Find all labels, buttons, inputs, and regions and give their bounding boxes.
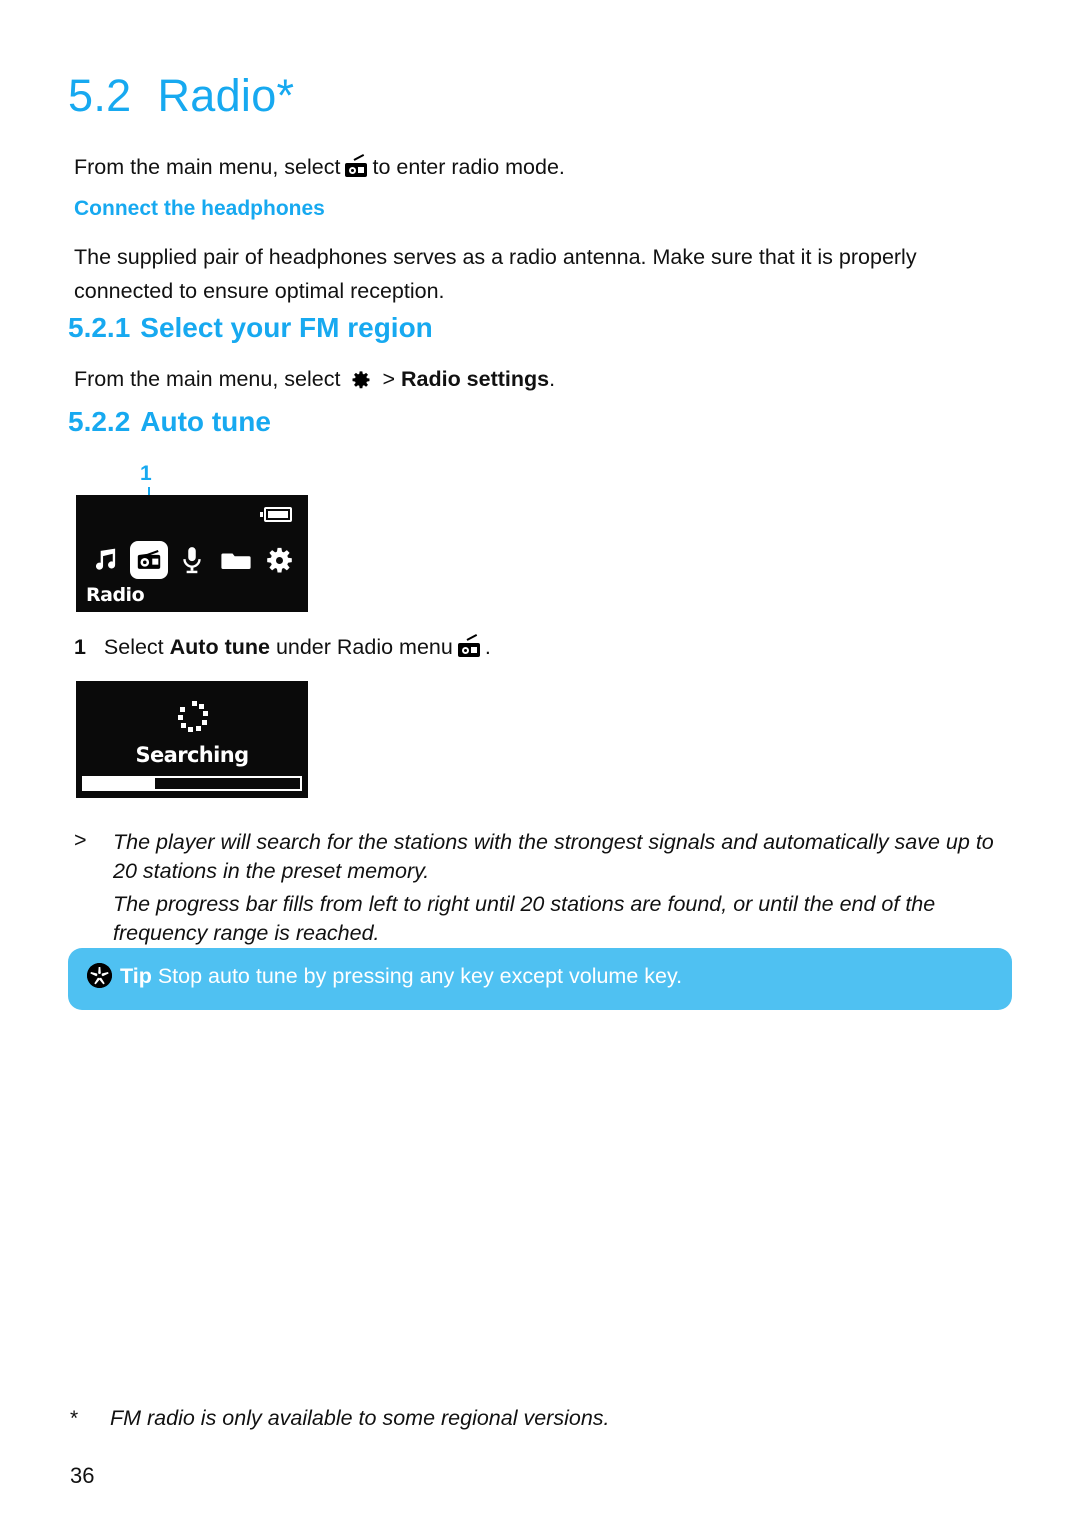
result-line-2: The progress bar fills from left to righ…	[113, 892, 936, 945]
page-number: 36	[70, 1463, 95, 1488]
searching-progress-bar	[82, 776, 302, 791]
fm-region-paragraph: From the main menu, select > Radio setti…	[74, 362, 974, 396]
device-screen-searching: Searching	[76, 681, 308, 798]
music-note-icon	[95, 548, 116, 570]
result-paragraphs: The player will search for the stations …	[113, 828, 1003, 948]
step-1-number: 1	[74, 635, 86, 659]
radio-icon	[457, 633, 480, 657]
folder-icon	[220, 553, 251, 569]
fm-region-text-before: From the main menu, select	[74, 367, 341, 391]
page-title: 5.2 Radio*	[68, 70, 294, 122]
intro-paragraph: From the main menu, select to enter radio…	[74, 150, 974, 184]
radio-icon	[345, 153, 368, 177]
menu-item-radio[interactable]	[129, 541, 168, 579]
footnote-marker: *	[70, 1407, 79, 1430]
tip-callout-box: Tip Stop auto tune by pressing any key e…	[68, 948, 1012, 1010]
searching-progress-fill	[84, 778, 156, 789]
fm-region-separator: >	[382, 367, 395, 391]
document-page: 5.2 Radio* From the main menu, select to e…	[0, 0, 1080, 1527]
headphones-paragraph: The supplied pair of headphones serves a…	[74, 245, 917, 303]
page-title-text: Radio*	[157, 70, 295, 121]
menu-icon-row	[86, 537, 298, 583]
tip-label: Tip	[120, 964, 152, 988]
fm-region-text-end: .	[549, 367, 556, 391]
menu-item-folder[interactable]	[217, 541, 255, 579]
device-screen-main-menu: Radio	[76, 495, 308, 612]
fm-region-bold: Radio settings	[400, 367, 550, 391]
heading-select-fm-region: 5.2.1 Select your FM region	[68, 312, 433, 344]
callout-number-1: 1	[140, 462, 152, 485]
menu-item-settings[interactable]	[260, 541, 298, 579]
radio-icon	[137, 550, 160, 569]
step-1-text-before: Select	[103, 635, 164, 659]
heading-522-number: 5.2.2	[68, 406, 131, 437]
heading-auto-tune: 5.2.2 Auto tune	[68, 406, 271, 438]
result-marker: >	[74, 828, 87, 852]
heading-522-text: Auto tune	[140, 406, 271, 437]
microphone-icon	[183, 547, 201, 574]
step-1-bold: Auto tune	[169, 635, 270, 659]
menu-item-music[interactable]	[86, 541, 124, 579]
step-1-paragraph: 1 Select Auto tune under Radio menu.	[74, 630, 974, 664]
intro-text-after: to enter radio mode.	[372, 155, 565, 179]
tip-body: Stop auto tune by pressing any key excep…	[157, 964, 683, 988]
battery-icon	[260, 507, 292, 522]
gear-icon	[266, 547, 292, 573]
heading-521-number: 5.2.1	[68, 312, 131, 343]
heading-521-text: Select your FM region	[140, 312, 433, 343]
tip-asterisk-icon	[87, 963, 112, 988]
menu-item-recordings[interactable]	[173, 541, 211, 579]
gear-icon	[351, 366, 371, 389]
tip-text: Tip Stop auto tune by pressing any key e…	[120, 962, 682, 990]
page-title-number: 5.2	[68, 70, 132, 121]
intro-text-before: From the main menu, select	[74, 155, 341, 179]
result-line-1: The player will search for the stations …	[113, 830, 994, 883]
step-1-text-end: .	[484, 635, 491, 659]
subheading-connect-headphones: Connect the headphones	[74, 197, 325, 220]
footnote-text: FM radio is only available to some regio…	[110, 1406, 610, 1430]
step-1-text-after: under Radio menu	[275, 635, 453, 659]
loading-spinner-icon	[172, 699, 212, 739]
menu-screen-label: Radio	[86, 584, 145, 606]
searching-label: Searching	[135, 743, 249, 767]
